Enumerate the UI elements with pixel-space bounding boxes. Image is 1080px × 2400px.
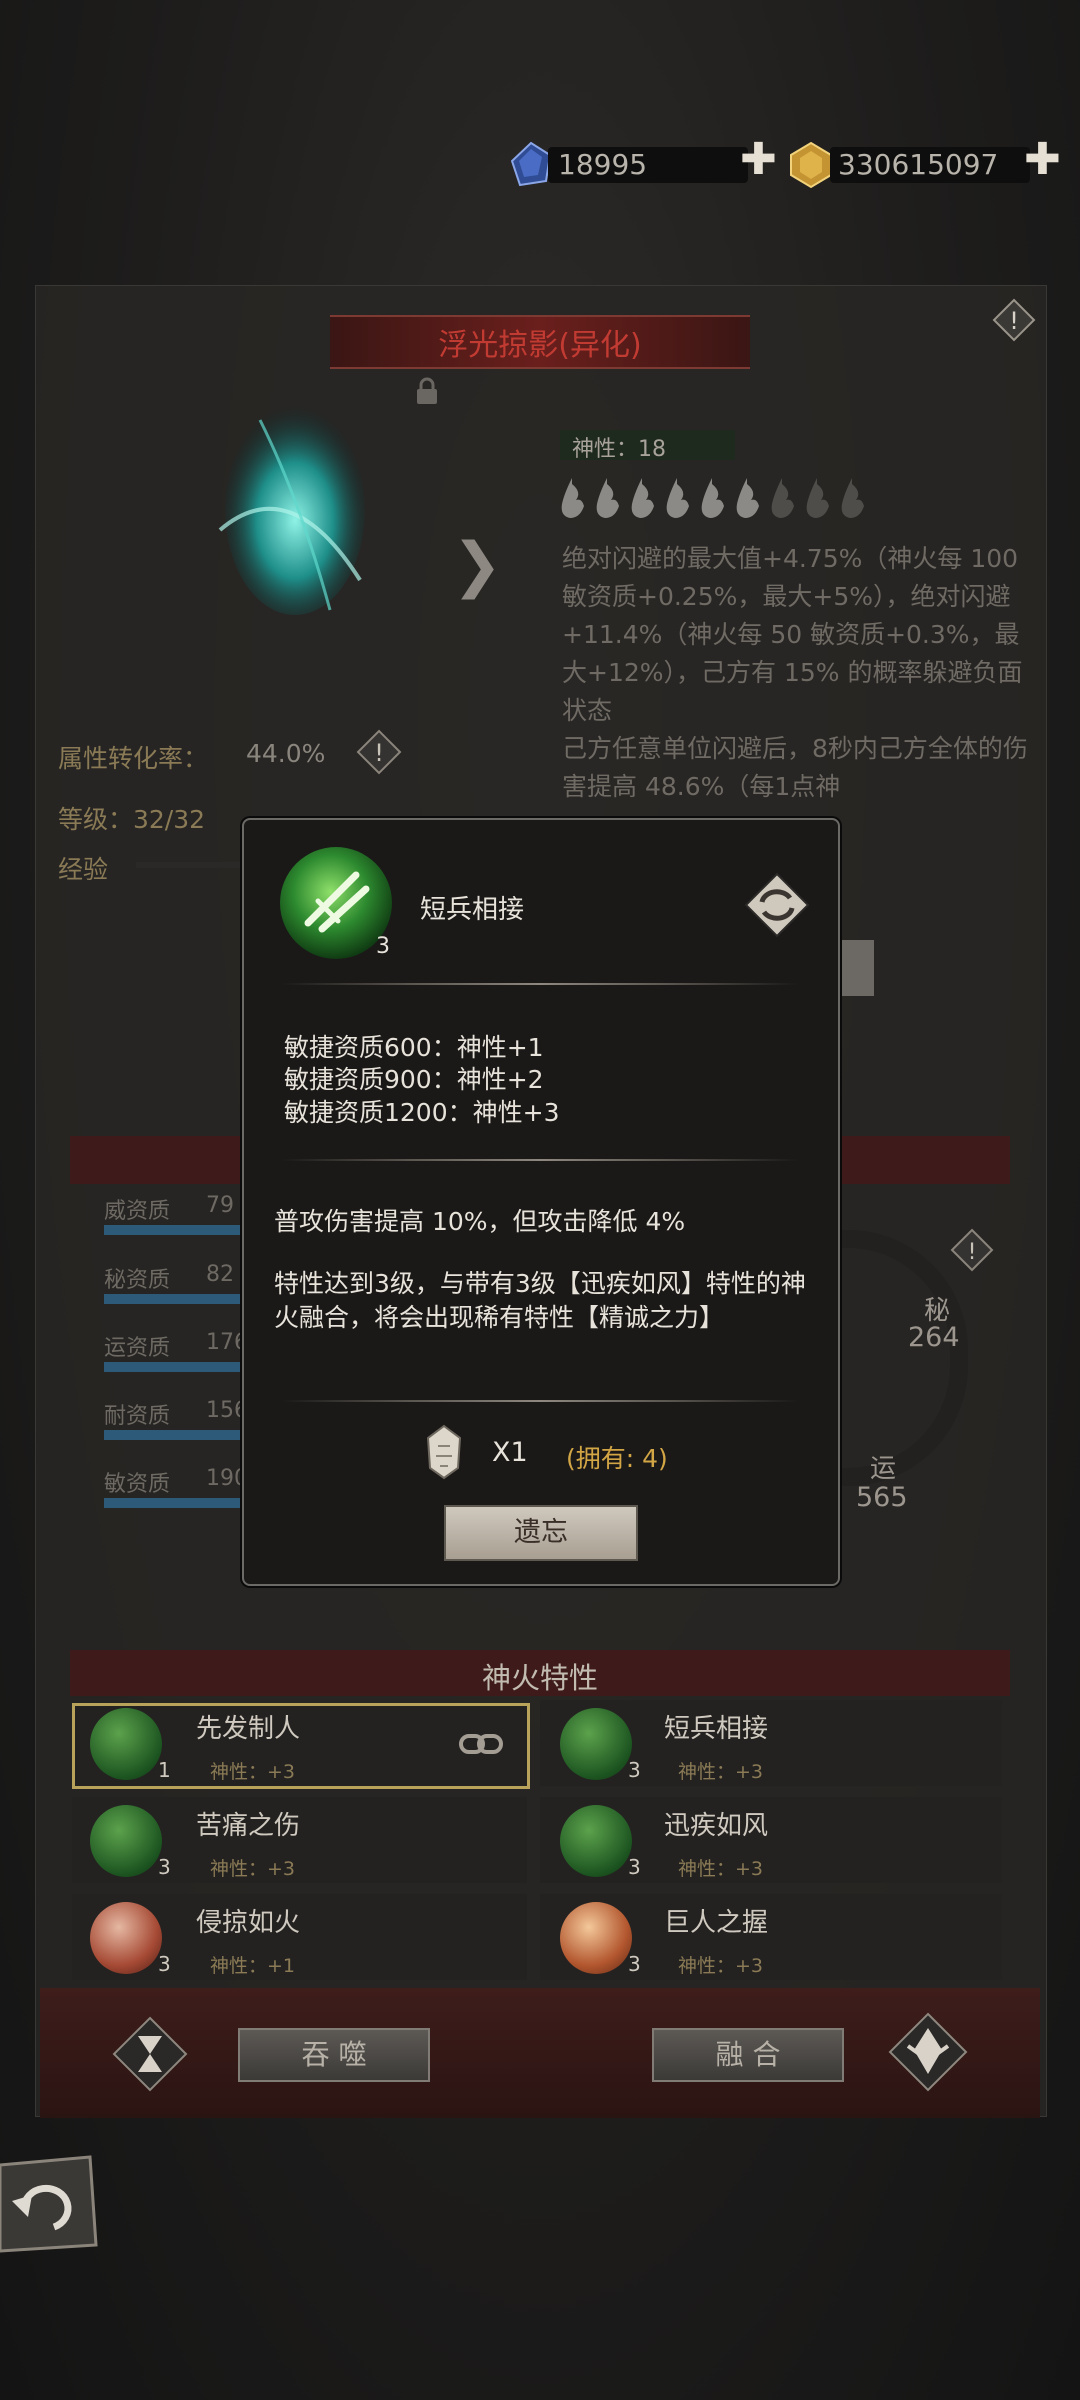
item-description: 绝对闪避的最大值+4.75%（神火每 100 敏资质+0.25%，最大+5%），… (562, 544, 1028, 801)
gold-amount: 330615097 (838, 148, 999, 181)
divine-fire-image (200, 380, 380, 620)
trait-5-icon (90, 1902, 162, 1974)
attr-mi-value: 82 (206, 1262, 234, 1287)
popup-req-2: 敏捷资质900：神性+2 (284, 1065, 544, 1094)
svg-text:!: ! (374, 739, 384, 767)
dim-button[interactable] (840, 940, 874, 996)
traits-title: 神火特性 (481, 1661, 598, 1695)
trait-1-bonus: 神性：+3 (210, 1761, 296, 1783)
trait-3-bonus: 神性：+3 (210, 1858, 296, 1880)
radar-yun-label: 运 (870, 1454, 897, 1484)
back-button[interactable] (0, 2155, 98, 2255)
trait-6-bonus: 神性：+3 (678, 1955, 764, 1977)
gem-icon (510, 141, 552, 187)
trait-4-name: 迅疾如风 (664, 1811, 769, 1841)
attr-nai-bar (104, 1430, 244, 1440)
popup-req-3: 敏捷资质1200：神性+3 (284, 1098, 560, 1127)
level-label: 等级：32/32 (58, 805, 206, 834)
trait-6-level: 3 (628, 1952, 641, 1976)
trait-2-level: 3 (628, 1758, 641, 1782)
trait-5-level: 3 (158, 1952, 171, 1976)
radar-info-icon[interactable]: ! (950, 1228, 994, 1272)
radar-mi-value: 264 (908, 1322, 960, 1353)
radar-yun-value: 565 (856, 1482, 908, 1513)
trait-3-icon (90, 1805, 162, 1877)
attr-yun-bar (104, 1362, 244, 1372)
gem-amount: 18995 (558, 148, 648, 181)
svg-text:!: ! (968, 1240, 977, 1265)
trait-3-level: 3 (158, 1855, 171, 1879)
divinity-label: 神性：18 (572, 437, 666, 462)
item-title: 浮光掠影(异化) (438, 328, 642, 363)
rune-stone-icon (424, 1424, 464, 1480)
exp-label: 经验 (58, 855, 109, 884)
trait-2-name: 短兵相接 (664, 1714, 769, 1744)
attr-wei-label: 威资质 (104, 1199, 171, 1224)
trait-1-level: 1 (158, 1758, 171, 1782)
info-icon[interactable]: ! (992, 298, 1036, 342)
gold-icon (788, 141, 834, 189)
attr-mi-bar (104, 1294, 244, 1304)
forget-button[interactable]: 遗忘 (444, 1505, 638, 1561)
link-icon[interactable] (458, 1729, 504, 1759)
hourglass-icon[interactable] (112, 2016, 188, 2092)
svg-text:!: ! (1009, 307, 1019, 335)
popup-skill-name: 短兵相接 (420, 895, 525, 925)
swap-icon[interactable] (744, 872, 810, 938)
attr-mi-label: 秘资质 (104, 1268, 171, 1293)
conversion-value: 44.0% (246, 739, 326, 768)
popup-effect: 普攻伤害提高 10%，但攻击降低 4% (274, 1207, 686, 1236)
popup-skill-level: 3 (376, 934, 390, 959)
trait-6-icon (560, 1902, 632, 1974)
popup-divider-1 (282, 983, 798, 985)
trait-2-bonus: 神性：+3 (678, 1761, 764, 1783)
trait-4-bonus: 神性：+3 (678, 1858, 764, 1880)
attr-wei-value: 79 (206, 1193, 234, 1218)
trait-3-name: 苦痛之伤 (196, 1811, 301, 1841)
popup-owned: (拥有: 4) (566, 1444, 668, 1473)
popup-divider-3 (282, 1400, 798, 1402)
fusion-icon[interactable] (888, 2012, 968, 2092)
divinity-flames (560, 478, 880, 518)
popup-fusion-note: 特性达到3级，与带有3级【迅疾如风】特性的神火融合，将会出现稀有特性【精诚之力】 (274, 1269, 806, 1332)
fuse-button[interactable]: 融 合 (652, 2028, 844, 2082)
attr-wei-bar (104, 1225, 244, 1235)
conversion-info-icon[interactable]: ! (356, 729, 402, 775)
conversion-label: 属性转化率： (58, 744, 209, 773)
popup-divider-2 (282, 1159, 798, 1161)
trait-1-icon (90, 1708, 162, 1780)
attr-yun-label: 运资质 (104, 1336, 171, 1361)
trait-5-bonus: 神性：+1 (210, 1955, 296, 1977)
trait-6-name: 巨人之握 (664, 1908, 769, 1938)
popup-cost: X1 (492, 1437, 528, 1468)
attr-min-label: 敏资质 (104, 1472, 171, 1497)
attr-nai-label: 耐资质 (104, 1404, 171, 1429)
lock-icon[interactable] (414, 376, 440, 406)
attr-min-bar (104, 1498, 244, 1508)
trait-4-level: 3 (628, 1855, 641, 1879)
devour-button[interactable]: 吞 噬 (238, 2028, 430, 2082)
add-gem-button[interactable]: ✚ (740, 134, 777, 185)
add-gold-button[interactable]: ✚ (1024, 134, 1061, 185)
exp-bar (136, 862, 246, 868)
trait-5-name: 侵掠如火 (196, 1908, 301, 1938)
popup-req-1: 敏捷资质600：神性+1 (284, 1033, 544, 1062)
trait-1-name: 先发制人 (196, 1714, 301, 1744)
trait-4-icon (560, 1805, 632, 1877)
trait-2-icon (560, 1708, 632, 1780)
next-arrow[interactable]: ❯ (452, 530, 502, 600)
